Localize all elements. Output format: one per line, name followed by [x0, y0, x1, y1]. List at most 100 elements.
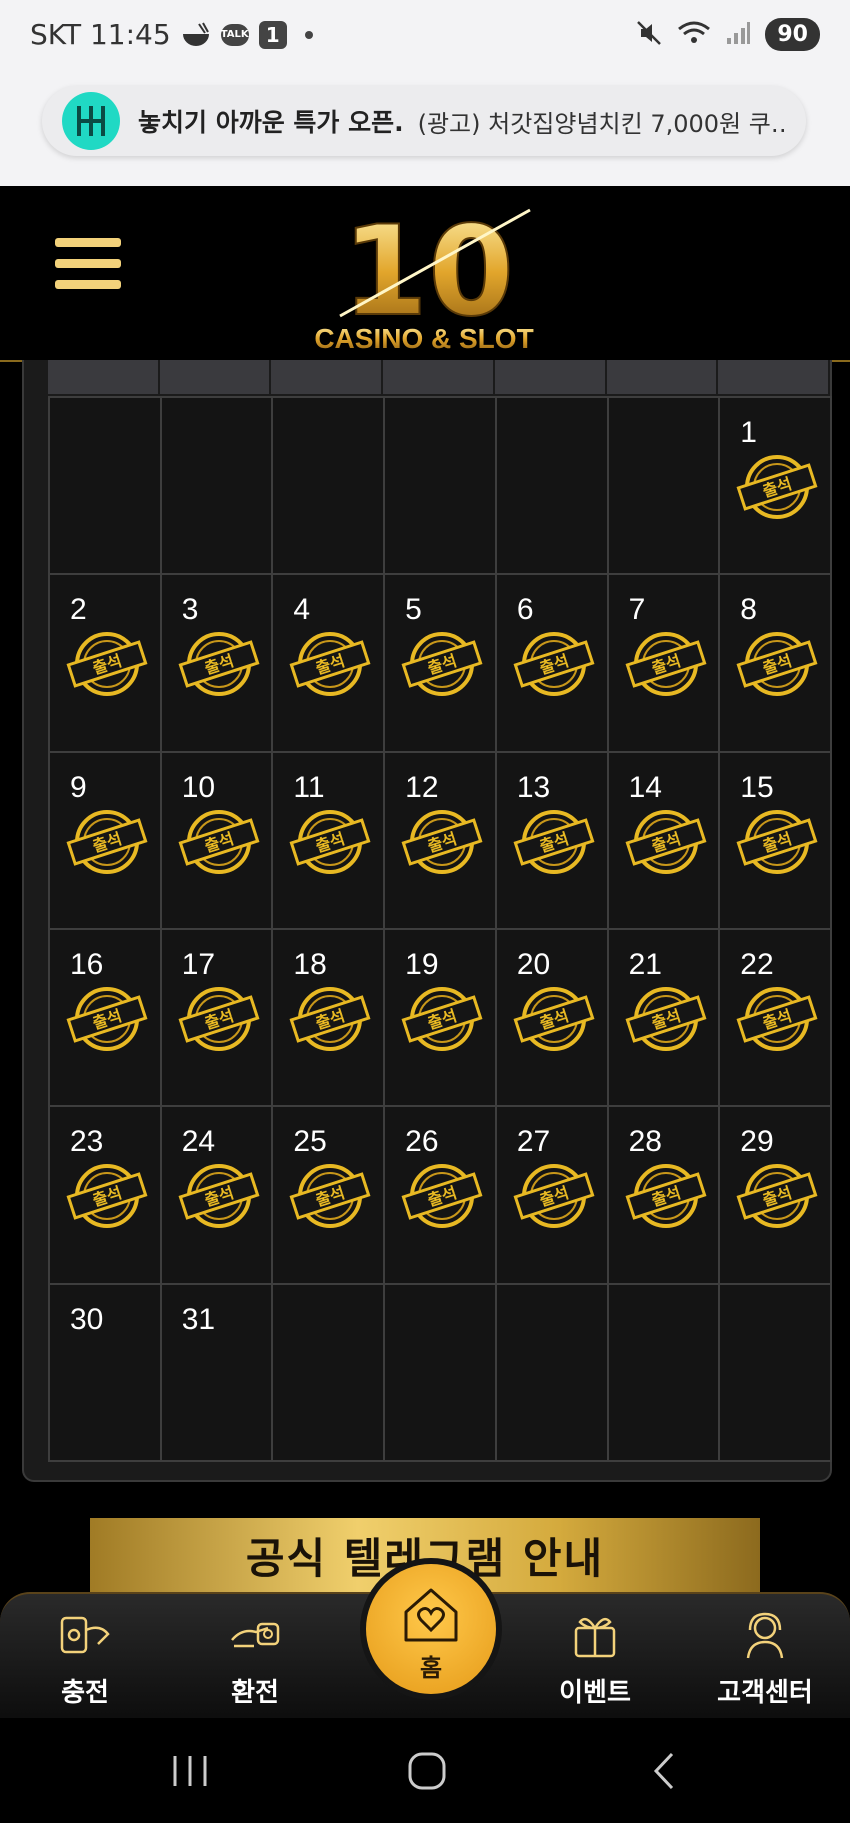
attendance-stamp-icon: 출석	[625, 809, 707, 874]
battery-level: 90	[765, 18, 820, 51]
calendar-empty-cell	[273, 398, 384, 574]
day-number: 18	[293, 947, 327, 981]
calendar-day[interactable]: 9 출석	[50, 752, 160, 928]
calendar-day[interactable]: 3 출석	[161, 575, 272, 751]
attendance-calendar: 1 출석 2 출석 3 출석 4 출석 5 출석 6 출석 7 출석 8 출석 9 출석 10 출석 11 출석 12 출석 1…	[22, 360, 832, 1482]
day-number: 31	[181, 1302, 216, 1336]
calendar-day[interactable]: 21 출석	[608, 929, 719, 1106]
calendar-day[interactable]: 25 출석	[273, 1107, 384, 1283]
bowl-icon	[181, 22, 211, 48]
notification-text: (광고) 처갓집양념치킨 7,000원 쿠…	[417, 109, 788, 138]
calendar-day[interactable]: 16 출석	[50, 929, 160, 1106]
signal-icon	[725, 20, 751, 50]
menu-icon[interactable]	[55, 238, 121, 298]
calendar-day[interactable]: 23 출석	[50, 1107, 160, 1283]
mute-icon	[635, 19, 663, 51]
calendar-grid: 1 출석 2 출석 3 출석 4 출석 5 출석 6 출석 7 출석 8 출석 9 출석 10 출석 11 출석 12 출석 1…	[48, 396, 832, 1462]
attendance-stamp-icon: 출석	[625, 632, 707, 697]
status-bar: SKT 11:45 TALK 1 90	[0, 0, 850, 76]
day-number: 1	[740, 416, 757, 449]
wifi-icon	[677, 19, 711, 51]
calendar-empty-cell	[161, 398, 272, 574]
nav-deposit[interactable]: 충전	[10, 1594, 160, 1720]
calendar-day[interactable]: 26 출석	[385, 1107, 495, 1283]
calendar-day[interactable]: 18 출석	[273, 929, 384, 1106]
day-number: 13	[516, 770, 551, 804]
calendar-day[interactable]: 1 출석	[720, 398, 830, 574]
android-nav-bar	[0, 1718, 850, 1823]
calendar-day[interactable]: 31	[161, 1284, 272, 1460]
nav-home[interactable]: 홈	[360, 1558, 502, 1700]
calendar-day[interactable]: 22 출석	[720, 929, 830, 1106]
day-number: 29	[740, 1125, 774, 1159]
nav-withdraw[interactable]: 환전	[180, 1594, 330, 1720]
calendar-day[interactable]: 2 출석	[50, 575, 160, 751]
calendar-empty-cell	[720, 1284, 830, 1460]
calendar-day[interactable]: 13 출석	[496, 752, 607, 928]
day-number: 3	[181, 593, 199, 627]
calendar-day[interactable]: 17 출석	[161, 929, 272, 1106]
calendar-header-row	[48, 360, 828, 394]
calendar-day[interactable]: 6 출석	[496, 575, 607, 751]
day-number: 19	[405, 947, 439, 981]
nav-support-label: 고객센터	[717, 1678, 813, 1708]
day-number: 20	[516, 947, 551, 981]
notification-banner[interactable]: 놓치기 아까운 특가 오픈. (광고) 처갓집양념치킨 7,000원 쿠…	[42, 86, 806, 156]
casino-logo[interactable]: 10 CASINO & SLOT	[300, 186, 560, 360]
withdraw-icon	[231, 1622, 280, 1648]
calendar-empty-cell	[273, 1284, 384, 1460]
calendar-day[interactable]: 10 출석	[161, 752, 272, 928]
calendar-day[interactable]: 12 출석	[385, 752, 495, 928]
attendance-stamp-icon: 출석	[66, 632, 148, 697]
calendar-day[interactable]: 4 출석	[273, 575, 384, 751]
attendance-stamp-icon: 출석	[66, 809, 148, 874]
day-number: 21	[628, 947, 662, 981]
calendar-day[interactable]: 11 출석	[273, 752, 384, 928]
calendar-day[interactable]: 29 출석	[720, 1107, 830, 1283]
calendar-day[interactable]: 7 출석	[608, 575, 719, 751]
day-number: 7	[628, 593, 646, 627]
back-icon[interactable]	[640, 1746, 690, 1796]
day-number: 11	[293, 770, 325, 804]
home-button-icon[interactable]	[402, 1746, 452, 1796]
notification-count-badge: 1	[258, 20, 287, 49]
calendar-empty-cell	[385, 398, 495, 574]
calendar-day[interactable]: 19 출석	[385, 929, 495, 1106]
logo-subtitle: CASINO & SLOT	[314, 323, 533, 354]
headset-icon	[746, 1612, 784, 1659]
day-number: 10	[181, 770, 216, 804]
calendar-day[interactable]: 24 출석	[161, 1107, 272, 1283]
calendar-day[interactable]: 20 출석	[496, 929, 607, 1106]
day-number: 30	[70, 1302, 104, 1336]
carrier-time: SKT 11:45	[30, 18, 171, 51]
deposit-icon	[60, 1616, 110, 1654]
nav-withdraw-label: 환전	[231, 1678, 279, 1708]
calendar-day[interactable]: 14 출석	[608, 752, 719, 928]
attendance-stamp-icon: 출석	[736, 632, 818, 697]
day-number: 24	[181, 1125, 216, 1159]
attendance-stamp-icon: 출석	[178, 632, 260, 697]
calendar-empty-cell	[608, 1284, 719, 1460]
attendance-stamp-icon: 출석	[289, 632, 371, 697]
day-number: 5	[405, 593, 422, 627]
more-dot-icon	[304, 30, 313, 39]
notification-title: 놓치기 아까운 특가 오픈.	[138, 108, 404, 137]
calendar-day[interactable]: 27 출석	[496, 1107, 607, 1283]
nav-home-label: 홈	[419, 1654, 443, 1682]
attendance-stamp-icon: 출석	[178, 1164, 260, 1229]
calendar-day[interactable]: 8 출석	[720, 575, 830, 751]
calendar-day[interactable]: 5 출석	[385, 575, 495, 751]
day-number: 8	[740, 593, 757, 627]
calendar-day[interactable]: 15 출석	[720, 752, 830, 928]
calendar-day[interactable]: 28 출석	[608, 1107, 719, 1283]
recent-apps-icon[interactable]	[165, 1746, 215, 1796]
site-header: 10 CASINO & SLOT	[0, 186, 850, 362]
nav-event[interactable]: 이벤트	[520, 1594, 670, 1720]
attendance-stamp-icon: 출석	[625, 1164, 707, 1229]
calendar-day[interactable]: 30	[50, 1284, 160, 1460]
attendance-stamp-icon: 출석	[401, 632, 483, 697]
day-number: 16	[70, 947, 104, 981]
nav-support[interactable]: 고객센터	[690, 1594, 840, 1720]
attendance-stamp-icon: 출석	[178, 809, 260, 874]
attendance-stamp-icon: 출석	[736, 455, 818, 519]
